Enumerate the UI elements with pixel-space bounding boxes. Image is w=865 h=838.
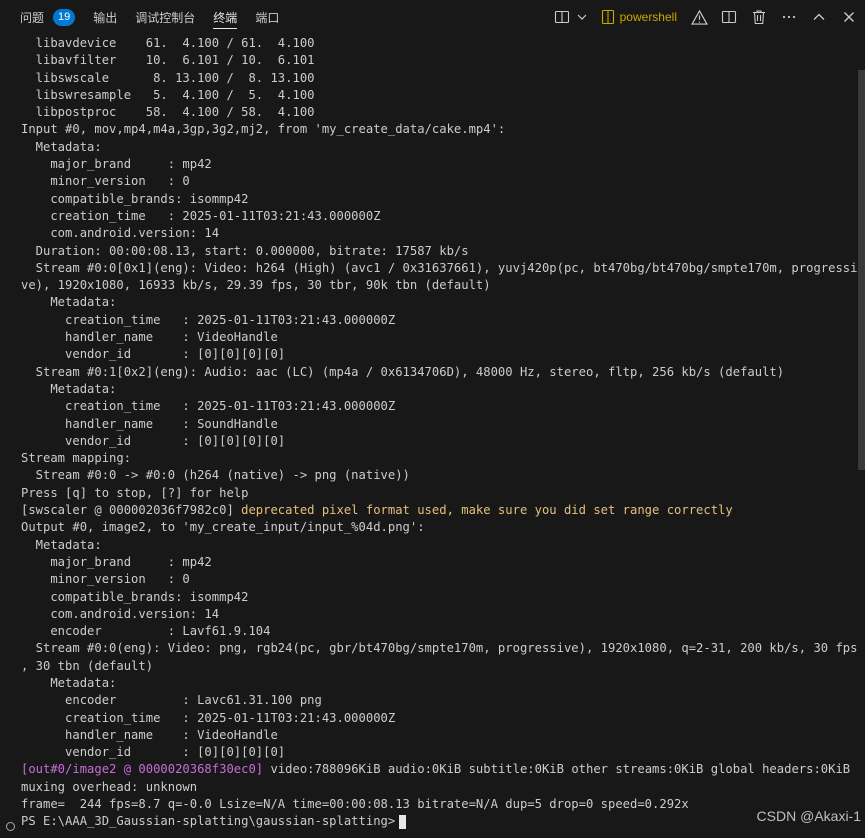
terminal-line: Stream #0:0 -> #0:0 (h264 (native) -> pn… [21,468,410,483]
terminal-line: vendor_id : [0][0][0][0] [21,347,286,362]
terminal-warning-line: [swscaler @ 000002036f7982c0] deprecated… [21,502,859,519]
terminal-line: Stream #0:1[0x2](eng): Audio: aac (LC) (… [21,364,785,379]
maximize-chevron-up-icon[interactable] [807,5,831,29]
split-layout-icon[interactable] [550,5,574,29]
terminal-line: com.android.version: 14 [21,606,220,621]
prompt-line[interactable]: PS E:\AAA_3D_Gaussian-splatting\gaussian… [21,813,859,830]
terminal-line: creation_time : 2025-01-11T03:21:43.0000… [21,399,396,414]
command-decoration-icon[interactable] [6,822,15,831]
terminal-line: libswscale 8. 13.100 / 8. 13.100 [21,70,315,85]
warning-message: deprecated pixel format used, make sure … [241,503,733,518]
terminal-line: Metadata: [21,295,117,310]
terminal-panel: 问题 19 输出 调试控制台 终端 端口 powershell libavdev… [0,0,865,838]
terminal-line: vendor_id : [0][0][0][0] [21,433,286,448]
terminal-line: Input #0, mov,mp4,m4a,3gp,3g2,mj2, from … [21,122,506,137]
warning-icon[interactable] [687,5,711,29]
muxer-stats: video:788096KiB audio:0KiB subtitle:0KiB… [263,762,851,777]
terminal-line: major_brand : mp42 [21,554,212,569]
panel-tab-bar: 问题 19 输出 调试控制台 终端 端口 powershell [0,0,865,34]
terminal-line: vendor_id : [0][0][0][0] [21,745,286,760]
terminal-line: creation_time : 2025-01-11T03:21:43.0000… [21,710,396,725]
terminal-line: minor_version : 0 [21,572,190,587]
terminal-line: libswresample 5. 4.100 / 5. 4.100 [21,87,315,102]
problems-count-badge: 19 [53,8,76,26]
tab-label: 问题 [20,10,45,25]
tab-terminal[interactable]: 终端 [204,0,246,34]
terminal-line: libavdevice 61. 4.100 / 61. 4.100 [21,36,315,50]
muxer-prefix: [out#0/image2 @ 0000020368f30ec0] [21,762,264,777]
terminal-split-icon [601,9,614,25]
terminal-line: muxing overhead: unknown [21,779,198,794]
shell-selector[interactable]: powershell [596,5,681,29]
terminal-line: handler_name : VideoHandle [21,727,278,742]
split-terminal-icon[interactable] [717,5,741,29]
terminal-line: Press [q] to stop, [?] for help [21,485,249,500]
terminal-line: handler_name : SoundHandle [21,416,278,431]
terminal-line: Metadata: [21,139,102,154]
watermark: CSDN @Akaxi-1 [756,808,861,824]
tab-label: 终端 [213,10,238,25]
terminal-line: Metadata: [21,537,102,552]
shell-name: powershell [619,10,677,24]
terminal-line: libavfilter 10. 6.101 / 10. 6.101 [21,53,315,68]
scrollbar-thumb[interactable] [858,70,865,470]
panel-actions: powershell [548,0,861,34]
tab-label: 调试控制台 [135,10,196,25]
chevron-down-icon[interactable] [574,5,590,29]
close-icon[interactable] [837,5,861,29]
terminal-line: com.android.version: 14 [21,226,220,241]
terminal-line: encoder : Lavf61.9.104 [21,624,271,639]
tab-label: 端口 [255,10,280,25]
text-cursor [399,815,407,829]
terminal-line: creation_time : 2025-01-11T03:21:43.0000… [21,312,396,327]
terminal-line: creation_time : 2025-01-11T03:21:43.0000… [21,208,381,223]
tab-problems[interactable]: 问题 19 [0,0,84,34]
terminal-line: Stream #0:0[0x1](eng): Video: h264 (High… [21,260,858,275]
terminal-line: Stream mapping: [21,451,132,466]
terminal-line: libpostproc 58. 4.100 / 58. 4.100 [21,105,315,120]
terminal-line: ve), 1920x1080, 16933 kb/s, 29.39 fps, 3… [21,278,491,293]
terminal-muxer-line: [out#0/image2 @ 0000020368f30ec0] video:… [21,761,859,778]
tab-output[interactable]: 输出 [84,0,126,34]
terminal-line: Metadata: [21,675,117,690]
trash-icon[interactable] [747,5,771,29]
terminal-line: handler_name : VideoHandle [21,330,278,345]
shell-prompt: PS E:\AAA_3D_Gaussian-splatting\gaussian… [21,814,396,829]
tab-ports[interactable]: 端口 [246,0,288,34]
more-icon[interactable] [777,5,801,29]
terminal-line: Duration: 00:00:08.13, start: 0.000000, … [21,243,469,258]
swscaler-prefix: [swscaler @ 000002036f7982c0] [21,503,242,518]
terminal-line: Metadata: [21,381,117,396]
terminal-output[interactable]: libavdevice 61. 4.100 / 61. 4.100 libavf… [21,35,859,831]
terminal-line: compatible_brands: isommp42 [21,589,249,604]
terminal-line: frame= 244 fps=8.7 q=-0.0 Lsize=N/A time… [21,797,689,812]
terminal-scrollbar[interactable] [858,34,865,838]
terminal-line: compatible_brands: isommp42 [21,191,249,206]
terminal-line: Output #0, image2, to 'my_create_input/i… [21,520,425,535]
terminal-line: Stream #0:0(eng): Video: png, rgb24(pc, … [21,641,858,656]
terminal-line: major_brand : mp42 [21,157,212,172]
terminal-line: , 30 tbn (default) [21,658,154,673]
terminal-line: minor_version : 0 [21,174,190,189]
tab-label: 输出 [93,10,118,25]
terminal-line: encoder : Lavc61.31.100 png [21,693,322,708]
tab-debug-console[interactable]: 调试控制台 [126,0,204,34]
